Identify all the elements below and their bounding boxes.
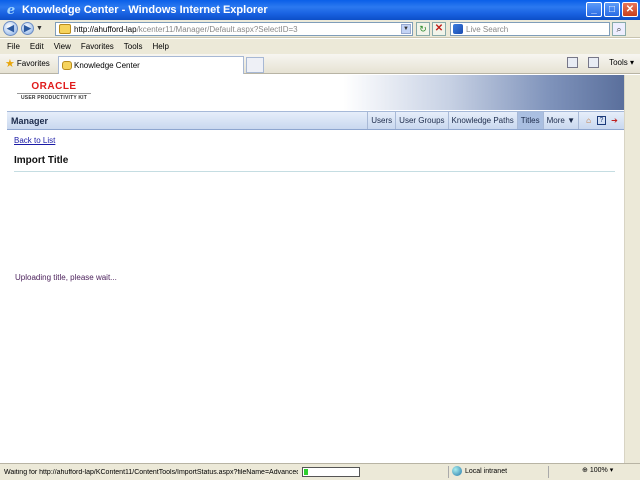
security-zone[interactable]: Local intranet <box>452 466 507 476</box>
print-icon[interactable] <box>588 57 600 68</box>
back-nav-button[interactable]: ◀ <box>3 21 18 36</box>
search-go-button[interactable]: ⌕ <box>612 22 626 36</box>
address-input[interactable]: http://ahufford-lap /kcenter11/Manager/D… <box>55 22 413 36</box>
status-separator <box>448 466 449 478</box>
window-titlebar: e Knowledge Center - Windows Internet Ex… <box>0 0 640 20</box>
nav-link-more[interactable]: More ▼ <box>542 112 578 129</box>
logo-subtitle: USER PRODUCTIVITY KIT <box>20 95 88 101</box>
title-divider <box>14 171 615 172</box>
new-tab-button[interactable] <box>246 57 264 73</box>
status-bar: Waiting for http://ahufford-lap/KContent… <box>0 463 640 480</box>
stop-button[interactable]: ✕ <box>432 22 446 36</box>
menu-edit[interactable]: Edit <box>25 42 49 51</box>
nav-link-user-groups[interactable]: User Groups <box>395 112 447 129</box>
logo-text: ORACLE <box>17 81 91 94</box>
command-bar: Tools ▾ <box>567 57 634 68</box>
window-title: Knowledge Center - Windows Internet Expl… <box>22 4 268 16</box>
vertical-scrollbar[interactable] <box>624 75 640 463</box>
tab-title: Knowledge Center <box>74 61 140 70</box>
home-icon[interactable]: ⌂ <box>584 116 593 125</box>
search-placeholder: Live Search <box>466 24 509 34</box>
menu-favorites[interactable]: Favorites <box>76 42 119 51</box>
address-toolbar: ◀ ▶ ▼ http://ahufford-lap /kcenter11/Man… <box>0 20 640 38</box>
menu-tools[interactable]: Tools <box>119 42 148 51</box>
url-host: http://ahufford-lap <box>74 24 137 34</box>
progress-fill <box>304 469 309 475</box>
minimize-button[interactable]: _ <box>586 2 602 17</box>
ie-logo-icon: e <box>6 2 16 18</box>
star-icon: ★ <box>5 58 15 70</box>
zoom-control[interactable]: ⊕ 100% ▾ <box>582 466 614 475</box>
section-title: Manager <box>11 115 49 126</box>
nav-link-knowledge-paths[interactable]: Knowledge Paths <box>447 112 517 129</box>
live-search-icon <box>453 24 463 34</box>
forward-nav-button[interactable]: ▶ <box>21 22 34 35</box>
upload-status-message: Uploading title, please wait... <box>15 273 117 282</box>
address-dropdown-icon[interactable]: ▼ <box>401 24 411 34</box>
oracle-upk-logo: ORACLE USER PRODUCTIVITY KIT <box>17 81 91 103</box>
menu-help[interactable]: Help <box>147 42 173 51</box>
status-text: Waiting for http://ahufford-lap/KContent… <box>4 468 298 476</box>
zoom-level: 100% <box>589 466 608 474</box>
chevron-down-icon: ▾ <box>609 467 614 474</box>
nav-link-users[interactable]: Users <box>367 112 395 129</box>
page-content: ORACLE USER PRODUCTIVITY KIT Manager Use… <box>0 75 640 463</box>
page-icon <box>59 24 71 34</box>
zone-label: Local intranet <box>465 467 508 475</box>
window-controls: _ □ ✕ <box>586 2 638 17</box>
manager-nav-strip: Manager Users User Groups Knowledge Path… <box>7 111 624 130</box>
status-separator <box>548 466 549 478</box>
menu-view[interactable]: View <box>49 42 76 51</box>
close-button[interactable]: ✕ <box>622 2 638 17</box>
header-banner: ORACLE USER PRODUCTIVITY KIT <box>0 75 624 110</box>
back-to-list-link[interactable]: Back to List <box>14 136 55 145</box>
menu-file[interactable]: File <box>0 42 25 51</box>
recent-pages-dropdown[interactable]: ▼ <box>36 25 44 32</box>
menu-bar: File Edit View Favorites Tools Help <box>0 39 640 54</box>
nav-icon-group: ⌂ ? ➔ <box>578 112 624 129</box>
favorites-button[interactable]: ★ Favorites <box>5 57 50 70</box>
page-title: Import Title <box>14 155 69 166</box>
tools-button[interactable]: Tools ▾ <box>609 58 634 67</box>
logout-icon[interactable]: ➔ <box>610 116 619 125</box>
favorites-bar: ★ Favorites Knowledge Center Tools ▾ <box>0 54 640 74</box>
tab-page-icon <box>62 61 72 70</box>
load-progress-bar <box>302 467 360 477</box>
favorites-label: Favorites <box>16 59 50 68</box>
url-path: /kcenter11/Manager/Default.aspx?SelectID… <box>136 24 298 34</box>
globe-icon <box>452 466 462 476</box>
help-icon[interactable]: ? <box>597 116 606 125</box>
refresh-button[interactable]: ↻ <box>416 22 430 36</box>
maximize-button[interactable]: □ <box>604 2 620 17</box>
nav-link-titles[interactable]: Titles <box>516 112 543 129</box>
tab-knowledge-center[interactable]: Knowledge Center <box>58 56 244 74</box>
search-input[interactable]: Live Search <box>450 22 610 36</box>
tools-label: Tools <box>609 58 628 67</box>
zoom-icon: ⊕ <box>582 467 588 474</box>
home-icon[interactable] <box>567 57 579 68</box>
